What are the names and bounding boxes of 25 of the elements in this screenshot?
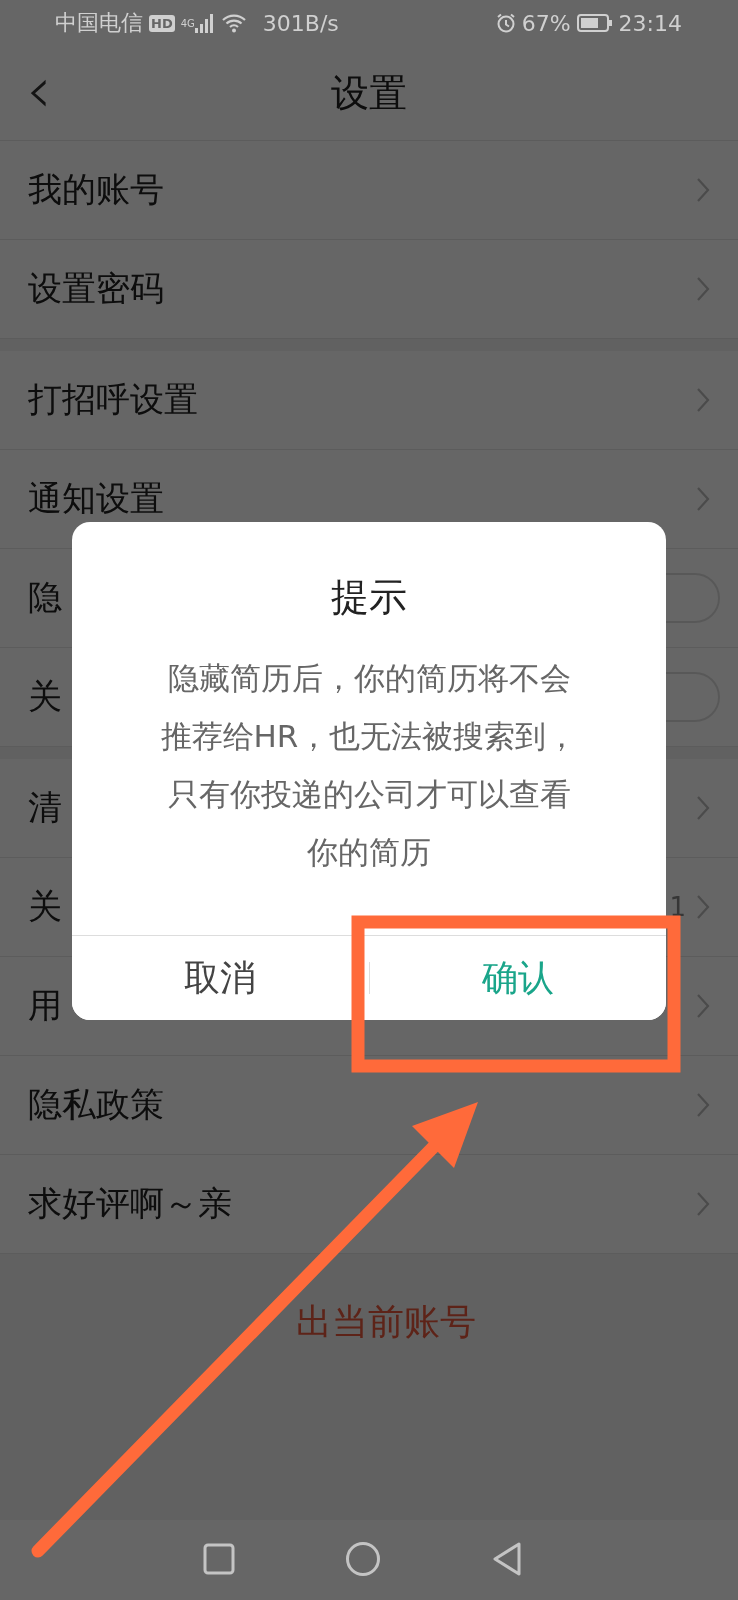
chevron-icon [696, 993, 710, 1019]
chevron-icon [696, 177, 710, 203]
network-type: 4G [180, 18, 195, 29]
network-speed: 301B/s [262, 10, 339, 36]
hd-badge: HD [149, 14, 175, 32]
chevron-icon [696, 795, 710, 821]
back-button[interactable]: ‹ [26, 60, 52, 120]
dialog-title: 提示 [330, 574, 408, 621]
carrier-name: 中国电信 [55, 9, 143, 37]
dialog-message: 隐藏简历后，你的简历将不会 推荐给HR，也无法被搜索到， 只有你投递的公司才可以查看 你的简历 [159, 659, 579, 872]
chevron-icon [696, 276, 710, 302]
signal-icon [194, 13, 215, 33]
logout-button[interactable]: 出当前账号 [296, 1298, 476, 1347]
chevron-icon [696, 1191, 710, 1217]
battery-icon [576, 14, 613, 32]
chevron-icon [696, 387, 710, 413]
screen-title: 设置 [331, 69, 407, 117]
recent-apps-button[interactable] [203, 1542, 235, 1578]
chevron-icon [696, 894, 710, 920]
battery-percent: 67% [521, 10, 571, 36]
alarm-icon [495, 13, 516, 33]
clock-time: 23:14 [618, 10, 682, 36]
chevron-icon [696, 1092, 710, 1118]
chevron-icon [696, 486, 710, 512]
wifi-icon [220, 13, 247, 33]
